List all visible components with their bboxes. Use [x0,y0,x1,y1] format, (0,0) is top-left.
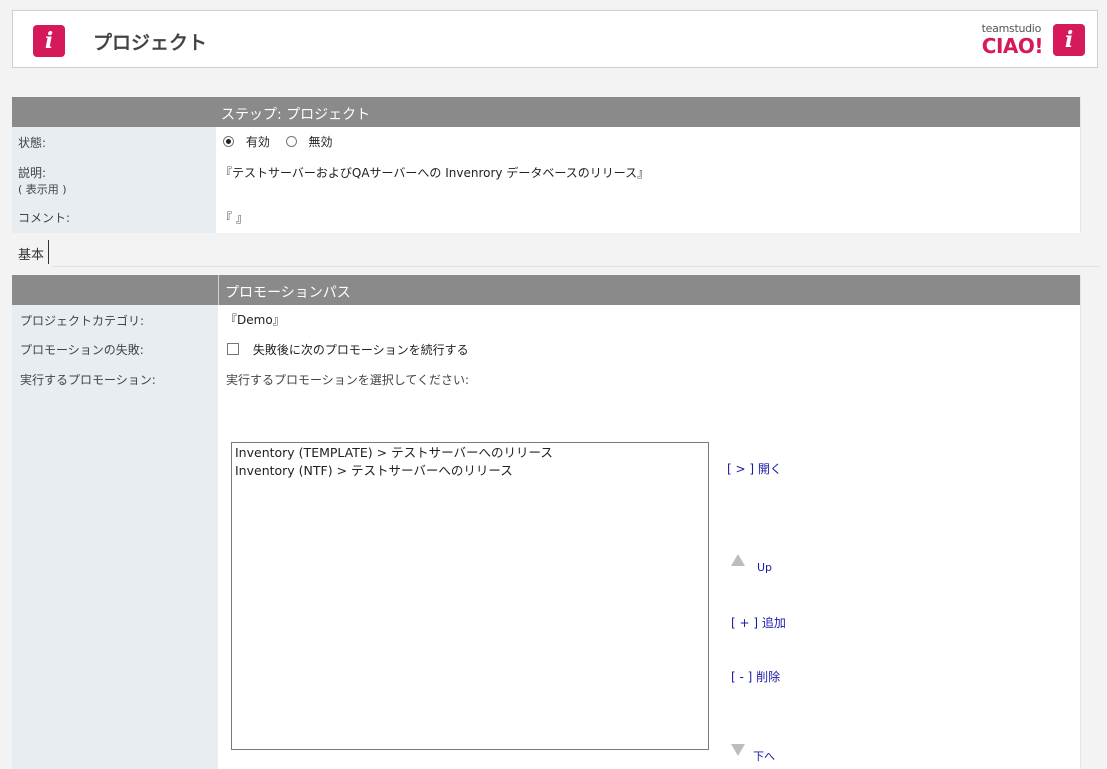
app-header: i プロジェクト teamstudio CIAO! i [12,10,1098,68]
project-category-value[interactable]: 『Demo』 [225,311,285,328]
app-logo-icon: i [33,25,65,57]
promotion-section: プロモーションパス プロジェクトカテゴリ: 『Demo』 プロモーションの失敗:… [12,275,1081,769]
delete-button[interactable]: [ - ] 削除 [731,668,780,685]
comment-value[interactable]: 『 』 [220,209,248,226]
promotion-failure-label: プロモーションの失敗: [20,343,144,357]
project-category-label: プロジェクトカテゴリ: [20,314,145,328]
brand-logo: teamstudio CIAO! i [967,21,1085,61]
description-label: 説明: [18,166,47,180]
add-button[interactable]: [ + ] 追加 [731,614,786,631]
description-value[interactable]: 『テストサーバーおよびQAサーバーへの Invenrory データベースのリリー… [220,164,649,181]
tab-separator [48,240,49,264]
step-section: ステップ: プロジェクト 状態: 有効 無効 説明: ( 表示用 ) 『テストサ… [12,97,1081,233]
tab-bar: 基本 [12,237,1100,267]
promotion-failure-field: 失敗後に次のプロモーションを続行する [227,341,469,358]
status-label: 状態: [18,136,47,150]
brand-main-text: CIAO! [981,34,1044,58]
execute-promotion-label: 実行するプロモーション: [20,373,156,387]
header-divider [218,275,219,305]
up-button[interactable]: Up [757,561,772,574]
step-section-header: ステップ: プロジェクト [12,97,1080,127]
page-title: プロジェクト [93,32,208,54]
status-disabled-radio[interactable] [285,136,297,147]
description-sublabel: ( 表示用 ) [18,183,67,196]
continue-on-failure-checkbox[interactable] [227,343,239,355]
step-section-title: ステップ: プロジェクト [221,107,371,123]
down-arrow-icon[interactable] [731,744,745,756]
up-arrow-icon[interactable] [731,554,745,566]
tab-underline [52,266,1100,267]
open-button[interactable]: [ > ] 開く [727,460,782,477]
continue-on-failure-label[interactable]: 失敗後に次のプロモーションを続行する [253,343,469,357]
promotion-section-title: プロモーションパス [225,285,351,301]
promotion-section-header: プロモーションパス [12,275,1080,305]
down-button[interactable]: 下へ [753,748,775,764]
execute-promotion-prompt: 実行するプロモーションを選択してください: [226,373,470,387]
tab-basic[interactable]: 基本 [18,244,44,263]
status-disabled-label[interactable]: 無効 [309,135,333,149]
promotion-listbox[interactable]: Inventory (TEMPLATE) > テストサーバーへのリリース Inv… [231,442,709,750]
status-enabled-label[interactable]: 有効 [246,135,270,149]
list-item[interactable]: Inventory (NTF) > テストサーバーへのリリース [235,462,705,480]
status-enabled-radio[interactable] [223,136,234,147]
list-item[interactable]: Inventory (TEMPLATE) > テストサーバーへのリリース [235,444,705,462]
comment-label: コメント: [18,211,71,225]
status-radio-group: 有効 無効 [223,133,333,150]
brand-icon: i [1053,24,1085,56]
